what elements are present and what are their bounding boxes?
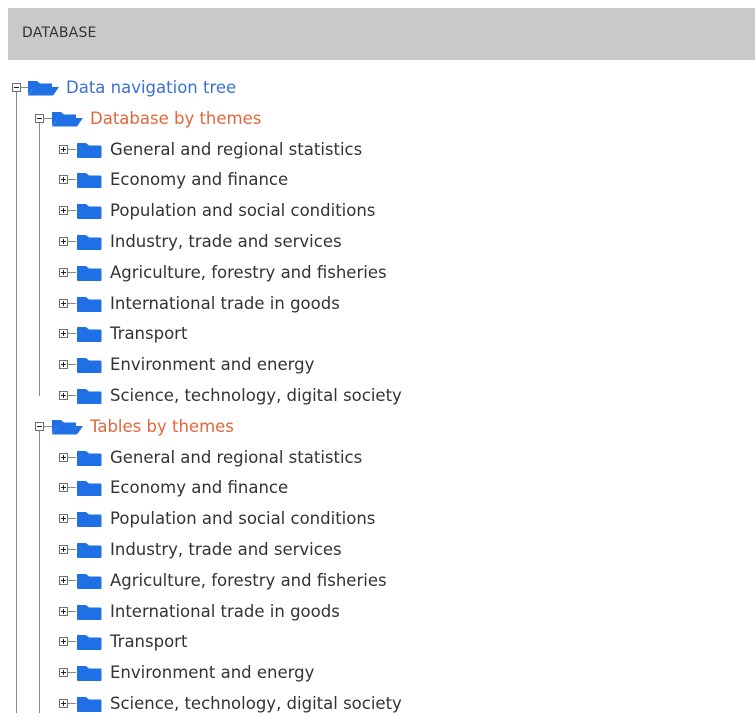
expand-toggle-icon[interactable] bbox=[59, 483, 68, 493]
tree-node-label[interactable]: International trade in goods bbox=[110, 602, 340, 622]
collapse-toggle-icon[interactable] bbox=[35, 113, 44, 123]
tree-node-label[interactable]: Environment and energy bbox=[110, 663, 314, 683]
expand-toggle-icon[interactable] bbox=[59, 175, 68, 185]
tree-node-label[interactable]: General and regional statistics bbox=[110, 140, 362, 160]
tree-node-label[interactable]: Economy and finance bbox=[110, 170, 288, 190]
collapse-toggle-icon[interactable] bbox=[35, 421, 44, 431]
tree-node-label[interactable]: Environment and energy bbox=[110, 355, 314, 375]
expand-toggle-icon[interactable] bbox=[59, 298, 68, 308]
tree-node-label[interactable]: Agriculture, forestry and fisheries bbox=[110, 263, 387, 283]
tree-node-label[interactable]: Science, technology, digital society bbox=[110, 694, 402, 714]
expand-toggle-icon[interactable] bbox=[59, 267, 68, 277]
tree-node-label[interactable]: Population and social conditions bbox=[110, 201, 375, 221]
expand-toggle-icon[interactable] bbox=[59, 699, 68, 708]
folder-icon bbox=[74, 263, 104, 287]
tree-guide-line bbox=[16, 92, 17, 713]
tree-node-label[interactable]: Transport bbox=[110, 324, 187, 344]
folder-icon bbox=[74, 694, 104, 718]
tree-node-label[interactable]: Industry, trade and services bbox=[110, 540, 342, 560]
folder-icon bbox=[74, 355, 104, 379]
folder-icon bbox=[74, 201, 104, 225]
folder-open-icon bbox=[50, 417, 84, 441]
tree-node-label[interactable]: Database by themes bbox=[90, 109, 261, 129]
tree-node-label[interactable]: Science, technology, digital society bbox=[110, 386, 402, 406]
folder-icon bbox=[74, 540, 104, 564]
folder-icon bbox=[74, 448, 104, 472]
expand-toggle-icon[interactable] bbox=[59, 637, 68, 647]
tree-node-label[interactable]: Agriculture, forestry and fisheries bbox=[110, 571, 387, 591]
collapse-toggle-icon[interactable] bbox=[12, 83, 21, 92]
expand-toggle-icon[interactable] bbox=[59, 606, 68, 616]
folder-icon bbox=[74, 478, 104, 502]
tree-node-label[interactable]: Transport bbox=[110, 632, 187, 652]
tree-node-label[interactable]: International trade in goods bbox=[110, 294, 340, 314]
folder-icon bbox=[74, 509, 104, 533]
folder-icon bbox=[74, 324, 104, 348]
expand-toggle-icon[interactable] bbox=[59, 545, 68, 554]
expand-toggle-icon[interactable] bbox=[59, 144, 68, 154]
expand-toggle-icon[interactable] bbox=[59, 206, 68, 216]
folder-icon bbox=[74, 663, 104, 687]
expand-toggle-icon[interactable] bbox=[59, 668, 68, 678]
folder-icon bbox=[74, 232, 104, 256]
expand-toggle-icon[interactable] bbox=[59, 391, 68, 400]
folder-open-icon bbox=[50, 109, 84, 133]
tree-guide-line bbox=[39, 430, 40, 713]
expand-toggle-icon[interactable] bbox=[59, 360, 68, 370]
folder-icon bbox=[74, 386, 104, 410]
tree-node-label[interactable]: Industry, trade and services bbox=[110, 232, 342, 252]
tree-node-label[interactable]: Population and social conditions bbox=[110, 509, 375, 529]
tree-node-label[interactable]: Data navigation tree bbox=[66, 78, 236, 98]
folder-icon bbox=[74, 602, 104, 626]
folder-icon bbox=[74, 140, 104, 164]
tree-node-label[interactable]: Tables by themes bbox=[90, 417, 234, 437]
expand-toggle-icon[interactable] bbox=[59, 237, 68, 246]
navigation-tree: Data navigation tree Database by themes Ge… bbox=[0, 0, 755, 713]
tree-node-label[interactable]: General and regional statistics bbox=[110, 448, 362, 468]
expand-toggle-icon[interactable] bbox=[59, 514, 68, 524]
expand-toggle-icon[interactable] bbox=[59, 452, 68, 462]
tree-guide-line bbox=[39, 122, 40, 396]
expand-toggle-icon[interactable] bbox=[59, 329, 68, 339]
folder-icon bbox=[74, 571, 104, 595]
expand-toggle-icon[interactable] bbox=[59, 575, 68, 585]
folder-icon bbox=[74, 632, 104, 656]
tree-node-label[interactable]: Economy and finance bbox=[110, 478, 288, 498]
folder-icon bbox=[74, 294, 104, 318]
folder-open-icon bbox=[26, 78, 60, 102]
folder-icon bbox=[74, 170, 104, 194]
